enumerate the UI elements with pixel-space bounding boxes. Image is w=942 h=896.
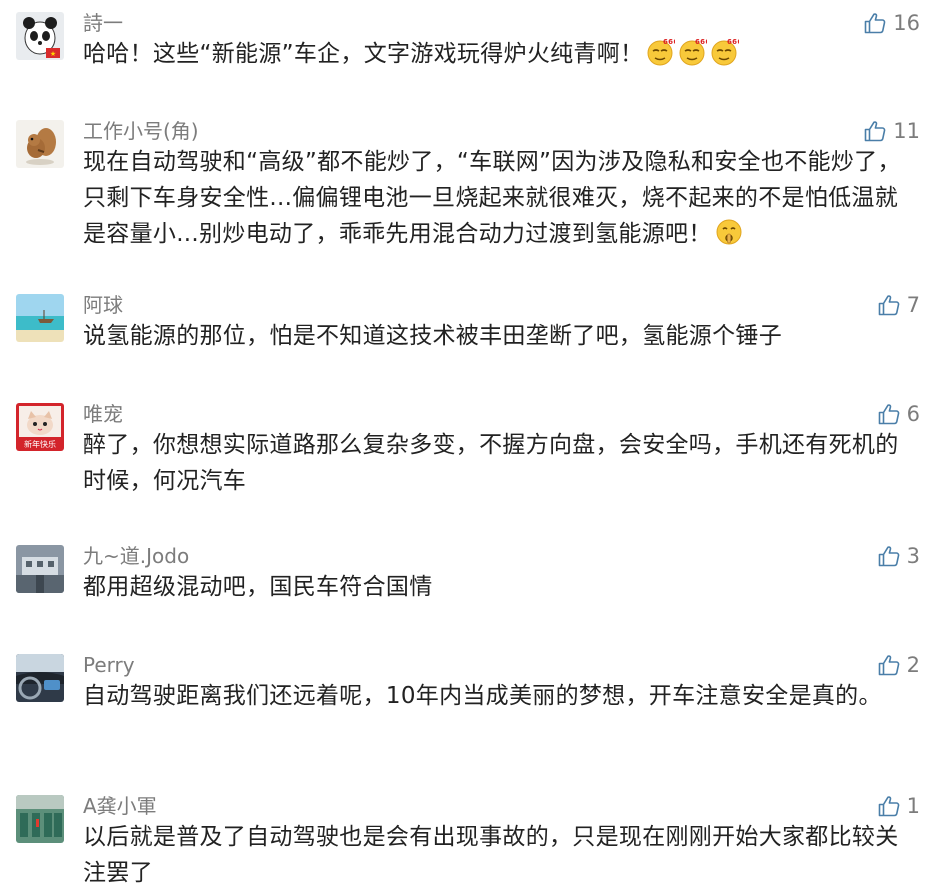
avatar[interactable]: 新年快乐 [16,403,64,451]
panda-avatar-icon: ★ [16,12,64,60]
avatar[interactable] [16,120,64,168]
666-emoji-icon: 666 [709,37,743,78]
like-count: 11 [893,119,920,143]
svg-text:666: 666 [727,38,739,46]
like-button[interactable]: 2 [877,651,920,679]
comment-text: 醉了，你想想实际道路那么复杂多变，不握方向盘，会安全吗，手机还有死机的时候，何况… [83,432,899,494]
thumbs-up-icon [878,295,899,316]
thumbs-up-icon [864,13,886,34]
like-button[interactable]: 16 [863,9,920,37]
comment-author[interactable]: Perry [83,652,135,678]
comment-list: ★ 詩一 16 哈哈！这些“新能源”车企，文字游戏玩得炉火纯青啊！6666666… [0,0,942,896]
comment-text-block: 以后就是普及了自动驾驶也是会有出现事故的，只是现在刚刚开始大家都比较关注罢了 [83,819,913,891]
avatar[interactable] [16,294,64,342]
like-button[interactable]: 1 [877,792,920,820]
like-count: 7 [906,293,920,317]
like-count: 3 [906,544,920,568]
avatar[interactable] [16,545,64,593]
like-count: 16 [893,11,920,35]
like-button[interactable]: 6 [877,400,920,428]
like-count: 2 [906,653,920,677]
avatar[interactable] [16,795,64,843]
comment-author[interactable]: 九~道.Jodo [83,543,189,569]
thumbs-up-icon [878,796,899,817]
squirrel-avatar-icon [16,120,64,168]
svg-text:666: 666 [663,38,675,46]
comment-text-block: 都用超级混动吧，国民车符合国情 [83,569,913,605]
like-button[interactable]: 3 [877,542,920,570]
like-button[interactable]: 7 [877,291,920,319]
avatar-caption: 新年快乐 [24,439,56,449]
comment-author[interactable]: 工作小号(角) [83,118,199,144]
comment-author[interactable]: 阿球 [83,292,123,318]
cat-avatar-icon: 新年快乐 [16,403,64,451]
thumbs-up-icon [878,546,899,567]
comment-author[interactable]: 詩一 [83,10,123,36]
shush-emoji-icon [714,217,744,258]
svg-text:666: 666 [695,38,707,46]
666-emoji-icon: 666 [645,37,679,78]
like-count: 1 [906,794,920,818]
comment-text-block: 说氢能源的那位，怕是不知道这技术被丰田垄断了吧，氢能源个锤子 [83,318,913,354]
comment-text-block: 哈哈！这些“新能源”车企，文字游戏玩得炉火纯青啊！ 666 666 666 [83,36,913,78]
comment-author[interactable]: 唯宠 [83,401,123,427]
comment-text: 以后就是普及了自动驾驶也是会有出现事故的，只是现在刚刚开始大家都比较关注罢了 [83,824,899,886]
avatar[interactable]: ★ [16,12,64,60]
svg-text:★: ★ [50,50,56,58]
car-interior-avatar-icon [16,654,64,702]
thumbs-up-icon [864,121,886,142]
comment-text-block: 现在自动驾驶和“高级”都不能炒了，“车联网”因为涉及隐私和安全也不能炒了，只剩下… [83,144,913,258]
thumbs-up-icon [878,655,899,676]
comment-text: 说氢能源的那位，怕是不知道这技术被丰田垄断了吧，氢能源个锤子 [83,323,782,349]
comment-text: 哈哈！这些“新能源”车企，文字游戏玩得炉火纯青啊！ [83,41,644,67]
like-count: 6 [906,402,920,426]
comment-text: 自动驾驶距离我们还远着呢，10年内当成美丽的梦想，开车注意安全是真的。 [83,683,882,709]
beach-avatar-icon [16,294,64,342]
factory-avatar-icon [16,795,64,843]
comment-text: 都用超级混动吧，国民车符合国情 [83,574,433,600]
like-button[interactable]: 11 [863,117,920,145]
comment-text: 现在自动驾驶和“高级”都不能炒了，“车联网”因为涉及隐私和安全也不能炒了，只剩下… [83,149,901,247]
comment-text-block: 醉了，你想想实际道路那么复杂多变，不握方向盘，会安全吗，手机还有死机的时候，何况… [83,427,913,499]
thumbs-up-icon [878,404,899,425]
666-emoji-icon: 666 [677,37,711,78]
building-avatar-icon [16,545,64,593]
comment-author[interactable]: A龚小軍 [83,793,157,819]
comment-text-block: 自动驾驶距离我们还远着呢，10年内当成美丽的梦想，开车注意安全是真的。 [83,678,913,714]
avatar[interactable] [16,654,64,702]
